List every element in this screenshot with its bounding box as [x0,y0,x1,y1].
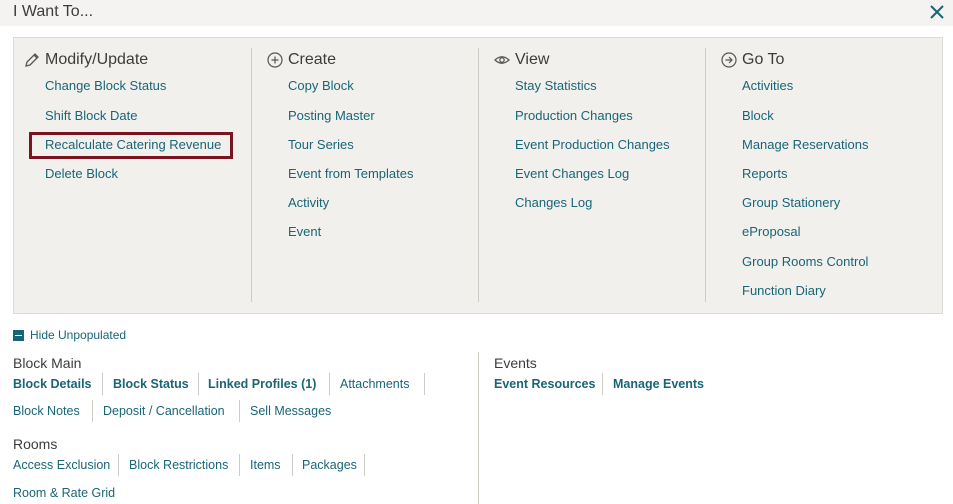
hide-unpopulated-label: Hide Unpopulated [30,328,127,342]
link-block-status[interactable]: Block Status [113,377,189,391]
link-room-rate-grid[interactable]: Room & Rate Grid [13,486,115,500]
modify-update-label: Modify/Update [45,51,149,68]
column-divider [478,48,479,302]
go-to-label: Go To [742,51,785,68]
link-access-exclusion[interactable]: Access Exclusion [13,458,110,472]
view-heading: View [494,51,549,69]
block-main-title: Block Main [13,355,82,371]
menu-item-change-block-status[interactable]: Change Block Status [45,78,166,93]
create-label: Create [288,51,337,68]
link-separator [329,373,330,395]
modify-update-heading: Modify/Update [24,51,148,69]
menu-item-recalculate-catering-revenue[interactable]: Recalculate Catering Revenue [45,137,221,152]
menu-item-manage-reservations[interactable]: Manage Reservations [742,137,868,152]
go-to-heading: Go To [721,51,784,69]
menu-item-group-stationery[interactable]: Group Stationery [742,195,840,210]
menu-item-event-changes-log[interactable]: Event Changes Log [515,166,629,181]
link-deposit-cancellation[interactable]: Deposit / Cancellation [103,404,225,418]
menu-item-event[interactable]: Event [288,224,321,239]
link-separator [292,454,293,476]
link-manage-events[interactable]: Manage Events [613,377,704,391]
rooms-title: Rooms [13,436,58,452]
menu-item-function-diary[interactable]: Function Diary [742,283,826,298]
link-items[interactable]: Items [250,458,281,472]
link-sell-messages[interactable]: Sell Messages [250,404,331,418]
close-icon[interactable] [929,4,945,20]
events-title: Events [494,355,537,371]
section-divider [478,352,479,504]
menu-item-copy-block[interactable]: Copy Block [288,78,354,93]
link-separator [364,454,365,476]
link-separator [118,454,119,476]
menu-item-reports[interactable]: Reports [742,166,788,181]
link-block-details[interactable]: Block Details [13,377,92,391]
link-separator [239,454,240,476]
link-separator [424,373,425,395]
view-label: View [515,51,550,68]
menu-item-event-production-changes[interactable]: Event Production Changes [515,137,670,152]
link-packages[interactable]: Packages [302,458,357,472]
plus-circle-icon [267,52,283,68]
link-separator [102,373,103,395]
menu-item-block[interactable]: Block [742,108,774,123]
menu-item-production-changes[interactable]: Production Changes [515,108,633,123]
arrow-circle-right-icon [721,52,737,68]
link-separator [198,373,199,395]
column-divider [251,48,252,302]
link-block-notes[interactable]: Block Notes [13,404,80,418]
create-heading: Create [267,51,336,69]
link-block-restrictions[interactable]: Block Restrictions [129,458,228,472]
pencil-icon [25,53,39,67]
menu-item-posting-master[interactable]: Posting Master [288,108,375,123]
menu-item-event-from-templates[interactable]: Event from Templates [288,166,413,181]
link-separator [92,400,93,422]
menu-item-changes-log[interactable]: Changes Log [515,195,592,210]
menu-item-delete-block[interactable]: Delete Block [45,166,118,181]
link-linked-profiles[interactable]: Linked Profiles (1) [208,377,316,391]
link-attachments[interactable]: Attachments [340,377,409,391]
menu-item-shift-block-date[interactable]: Shift Block Date [45,108,138,123]
menu-item-eproposal[interactable]: eProposal [742,224,801,239]
link-event-resources[interactable]: Event Resources [494,377,595,391]
collapse-icon [13,329,24,341]
link-separator [239,400,240,422]
menu-item-group-rooms-control[interactable]: Group Rooms Control [742,254,868,269]
menu-item-tour-series[interactable]: Tour Series [288,137,354,152]
menu-item-activity[interactable]: Activity [288,195,329,210]
menu-item-stay-statistics[interactable]: Stay Statistics [515,78,597,93]
eye-icon [494,56,510,64]
link-separator [602,373,603,395]
i-want-to-menu: Modify/Update Change Block Status Shift … [13,37,943,314]
menu-item-activities[interactable]: Activities [742,78,793,93]
dialog-title: I Want To... [13,3,94,20]
column-divider [705,48,706,302]
dialog-titlebar: I Want To... [0,0,953,26]
hide-unpopulated-toggle[interactable]: Hide Unpopulated [13,328,126,342]
